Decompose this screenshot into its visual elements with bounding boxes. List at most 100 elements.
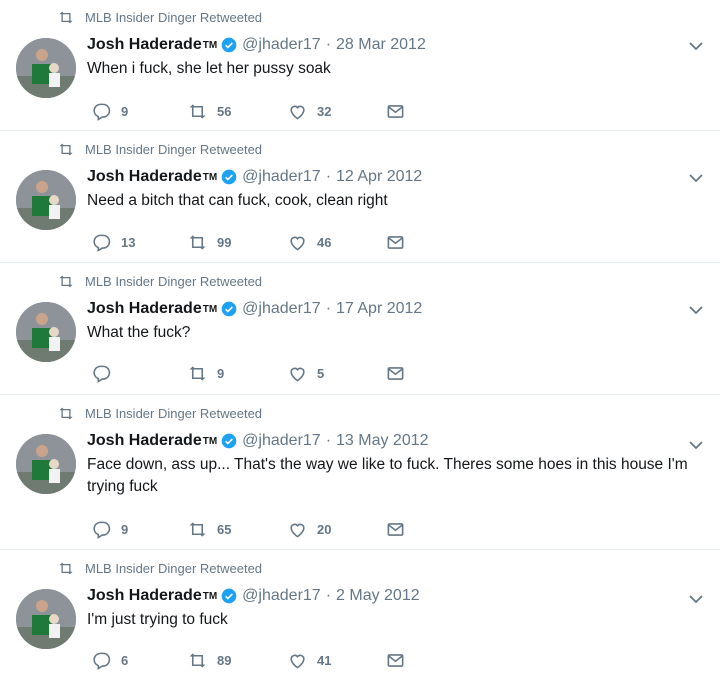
- handle[interactable]: @jhader17: [242, 432, 321, 450]
- verified-badge-icon: [221, 588, 237, 604]
- display-name[interactable]: Josh Haderade: [87, 587, 202, 605]
- tweet[interactable]: MLB Insider Dinger Retweeted Josh Hadera…: [0, 0, 720, 131]
- retweet-context: MLB Insider Dinger Retweeted: [58, 8, 262, 26]
- tweet[interactable]: MLB Insider Dinger Retweeted Josh Hadera…: [0, 132, 720, 263]
- retweet-count: 56: [217, 104, 232, 119]
- chevron-down-icon[interactable]: [688, 591, 704, 607]
- direct-message-icon: [387, 523, 404, 536]
- trademark-mark: TM: [202, 303, 218, 315]
- reply-button[interactable]: 9: [92, 520, 128, 539]
- separator: ·: [325, 587, 332, 604]
- tweet-text: Face down, ass up... That's the way we l…: [87, 456, 688, 495]
- like-button[interactable]: 41: [288, 651, 331, 670]
- direct-message-button[interactable]: [386, 102, 415, 121]
- display-name[interactable]: Josh Haderade: [87, 168, 202, 186]
- tweet-header: Josh Haderade TM @jhader17 · 2 May 2012: [87, 584, 420, 608]
- separator: ·: [325, 36, 332, 53]
- like-count: 46: [317, 235, 332, 250]
- tweet-actions: 13 99 46: [92, 233, 412, 255]
- reply-icon: [93, 365, 111, 383]
- like-count: 5: [317, 366, 325, 381]
- timestamp[interactable]: 2 May 2012: [336, 587, 420, 605]
- tweet-actions: 6 89 41: [92, 651, 412, 673]
- retweet-icon: [59, 11, 73, 23]
- verified-badge-icon: [221, 37, 237, 53]
- retweet-count: 89: [217, 653, 232, 668]
- separator: ·: [325, 432, 332, 449]
- heart-icon: [290, 367, 305, 382]
- reply-icon: [93, 521, 111, 539]
- reply-button[interactable]: 13: [92, 233, 135, 252]
- retweet-button[interactable]: 99: [188, 233, 231, 252]
- tweet-actions: 9 65 20: [92, 520, 412, 542]
- tweet-header: Josh Haderade TM @jhader17 · 12 Apr 2012: [87, 165, 422, 189]
- heart-icon: [290, 105, 305, 120]
- avatar[interactable]: [16, 38, 76, 98]
- like-button[interactable]: 20: [288, 520, 331, 539]
- retweet-icon: [59, 407, 73, 419]
- heart-icon: [290, 236, 305, 251]
- retweet-button[interactable]: 56: [188, 102, 231, 121]
- tweet-text: I'm just trying to fuck: [87, 611, 228, 628]
- tweet[interactable]: MLB Insider Dinger Retweeted Josh Hadera…: [0, 264, 720, 395]
- tweet[interactable]: MLB Insider Dinger Retweeted Josh Hadera…: [0, 551, 720, 679]
- retweeted-by-label[interactable]: MLB Insider Dinger Retweeted: [85, 142, 262, 157]
- reply-button[interactable]: 9: [92, 102, 128, 121]
- timestamp[interactable]: 12 Apr 2012: [336, 168, 422, 186]
- avatar[interactable]: [16, 589, 76, 649]
- tweet[interactable]: MLB Insider Dinger Retweeted Josh Hadera…: [0, 396, 720, 550]
- retweet-button[interactable]: 89: [188, 651, 231, 670]
- retweet-count: 99: [217, 235, 232, 250]
- trademark-mark: TM: [202, 171, 218, 183]
- tweet-header: Josh Haderade TM @jhader17 · 13 May 2012: [87, 429, 429, 453]
- handle[interactable]: @jhader17: [242, 168, 321, 186]
- separator: ·: [325, 168, 332, 185]
- retweeted-by-label[interactable]: MLB Insider Dinger Retweeted: [85, 406, 262, 421]
- chevron-down-icon[interactable]: [688, 302, 704, 318]
- timestamp[interactable]: 13 May 2012: [336, 432, 429, 450]
- like-count: 32: [317, 104, 332, 119]
- timestamp[interactable]: 28 Mar 2012: [336, 36, 426, 54]
- like-button[interactable]: 32: [288, 102, 331, 121]
- retweet-icon: [59, 143, 73, 155]
- retweet-button[interactable]: 9: [188, 364, 224, 383]
- retweet-button[interactable]: 65: [188, 520, 231, 539]
- handle[interactable]: @jhader17: [242, 300, 321, 318]
- direct-message-button[interactable]: [386, 364, 415, 383]
- retweet-icon: [189, 235, 206, 250]
- retweet-context: MLB Insider Dinger Retweeted: [58, 559, 262, 577]
- retweet-context: MLB Insider Dinger Retweeted: [58, 404, 262, 422]
- display-name[interactable]: Josh Haderade: [87, 36, 202, 54]
- reply-count: 13: [121, 235, 136, 250]
- reply-count: 6: [121, 653, 129, 668]
- like-button[interactable]: 5: [288, 364, 324, 383]
- handle[interactable]: @jhader17: [242, 36, 321, 54]
- chevron-down-icon[interactable]: [688, 38, 704, 54]
- retweeted-by-label[interactable]: MLB Insider Dinger Retweeted: [85, 561, 262, 576]
- like-count: 20: [317, 522, 332, 537]
- chevron-down-icon[interactable]: [688, 437, 704, 453]
- avatar[interactable]: [16, 434, 76, 494]
- reply-button[interactable]: [92, 364, 121, 383]
- chevron-down-icon[interactable]: [688, 170, 704, 186]
- retweeted-by-label[interactable]: MLB Insider Dinger Retweeted: [85, 274, 262, 289]
- display-name[interactable]: Josh Haderade: [87, 432, 202, 450]
- timestamp[interactable]: 17 Apr 2012: [336, 300, 422, 318]
- verified-badge-icon: [221, 169, 237, 185]
- reply-button[interactable]: 6: [92, 651, 128, 670]
- like-button[interactable]: 46: [288, 233, 331, 252]
- trademark-mark: TM: [202, 39, 218, 51]
- verified-badge-icon: [221, 433, 237, 449]
- avatar[interactable]: [16, 170, 76, 230]
- direct-message-button[interactable]: [386, 520, 415, 539]
- retweeted-by-label[interactable]: MLB Insider Dinger Retweeted: [85, 10, 262, 25]
- tweet-actions: 9 56 32: [92, 102, 412, 124]
- direct-message-icon: [387, 236, 404, 249]
- trademark-mark: TM: [202, 590, 218, 602]
- display-name[interactable]: Josh Haderade: [87, 300, 202, 318]
- direct-message-button[interactable]: [386, 233, 415, 252]
- retweet-icon: [59, 275, 73, 287]
- handle[interactable]: @jhader17: [242, 587, 321, 605]
- direct-message-button[interactable]: [386, 651, 415, 670]
- avatar[interactable]: [16, 302, 76, 362]
